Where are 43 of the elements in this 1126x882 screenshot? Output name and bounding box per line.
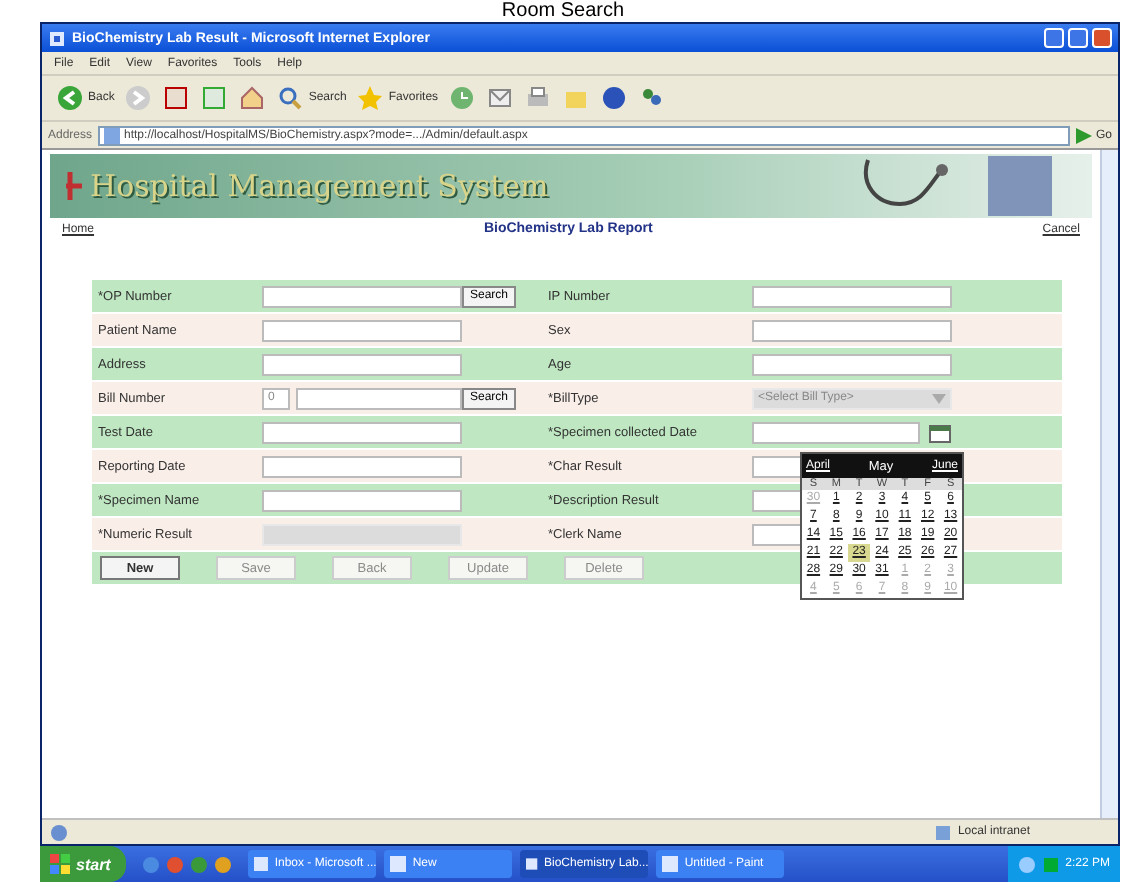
globe-icon (600, 84, 629, 112)
arrow-icon (1075, 127, 1092, 143)
text-field[interactable] (262, 319, 462, 341)
envelope-icon (486, 84, 515, 112)
page-icon (104, 127, 121, 143)
home-button[interactable] (236, 82, 269, 114)
cross-icon (62, 168, 86, 204)
star-icon (356, 84, 385, 112)
text-field[interactable] (262, 421, 462, 443)
text-field[interactable] (752, 353, 952, 375)
printer-icon (524, 84, 553, 112)
tray-icon[interactable] (1041, 855, 1060, 873)
date-field[interactable] (752, 421, 920, 443)
window-icon (662, 856, 679, 872)
text-field[interactable] (262, 285, 462, 307)
window-icon (526, 856, 538, 872)
network-icon[interactable] (1017, 855, 1036, 873)
caret-icon (932, 393, 946, 403)
maximize-button[interactable] (1068, 28, 1088, 48)
text-field[interactable] (262, 353, 462, 375)
text-field[interactable] (262, 455, 462, 477)
banner-title: Hospital Management System (90, 168, 549, 204)
globe-icon (50, 823, 68, 841)
media-button[interactable] (598, 82, 631, 114)
window-icon (254, 856, 269, 872)
clock-icon (448, 84, 477, 112)
calendar-icon[interactable] (928, 421, 952, 443)
minimize-button[interactable] (1044, 28, 1064, 48)
text-field[interactable] (262, 489, 462, 511)
start-button[interactable]: start (40, 846, 127, 882)
text-field[interactable] (296, 387, 462, 409)
window-icon (390, 856, 407, 872)
close-button[interactable] (1092, 28, 1112, 48)
caption-text: Room Search (499, 0, 627, 22)
photo-placeholder (988, 156, 1052, 216)
text-field[interactable] (752, 285, 952, 307)
windows-logo-icon (50, 854, 70, 874)
house-icon (238, 84, 267, 112)
history-button[interactable] (446, 82, 479, 114)
text-field[interactable] (752, 319, 952, 341)
scrollbar[interactable] (1100, 150, 1118, 818)
computer-icon (933, 823, 952, 841)
search-icon (276, 84, 305, 112)
